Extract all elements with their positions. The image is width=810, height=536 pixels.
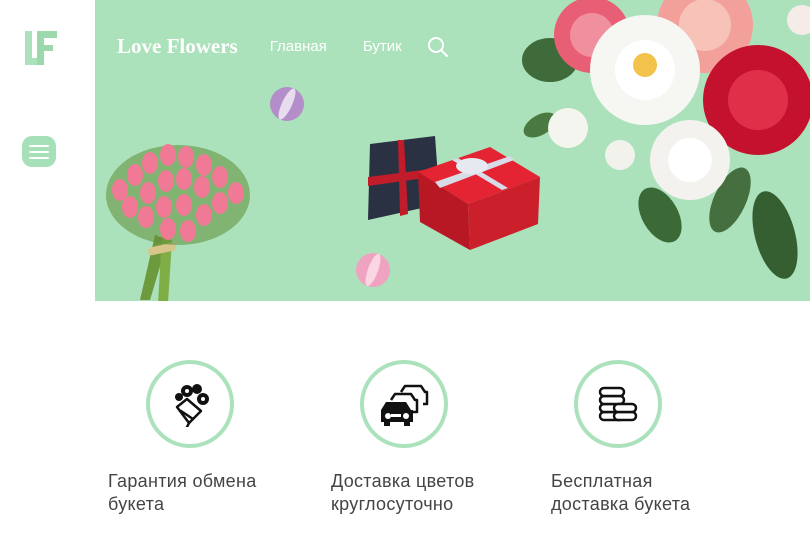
gift-boxes-illustration <box>368 136 540 250</box>
flowers-illustration <box>522 0 810 279</box>
search-icon[interactable] <box>427 36 449 58</box>
feature-caption-line-2: доставка букета <box>551 494 691 514</box>
feature-caption-line-1: Доставка цветов <box>331 471 475 491</box>
feature-caption-line-2: букета <box>108 494 165 514</box>
bouquet-icon <box>175 384 209 427</box>
tulip-bouquet-illustration <box>106 144 250 301</box>
hamburger-icon <box>29 144 49 147</box>
macaron-purple-illustration <box>270 87 304 121</box>
feature-icon-circle <box>146 360 234 448</box>
top-nav: Love Flowers Главная Бутик <box>117 34 449 59</box>
coins-icon <box>598 386 638 422</box>
menu-button[interactable] <box>22 136 56 167</box>
feature-icon-circle <box>574 360 662 448</box>
feature-icon-circle <box>360 360 448 448</box>
feature-caption-line-1: Гарантия обмена <box>108 471 257 491</box>
love-flowers-logo[interactable] <box>21 27 65 71</box>
feature-caption: Доставка цветов круглосуточно <box>331 470 475 516</box>
brand-link[interactable]: Love Flowers <box>117 34 238 59</box>
nav-link-boutique[interactable]: Бутик <box>363 38 402 55</box>
left-rail <box>0 0 95 536</box>
feature-caption-line-1: Бесплатная <box>551 471 653 491</box>
feature-caption-line-2: круглосуточно <box>331 494 454 514</box>
feature-caption: Бесплатная доставка букета <box>551 470 690 516</box>
cars-icon <box>381 384 429 426</box>
feature-caption: Гарантия обмена букета <box>108 470 257 516</box>
nav-link-home[interactable]: Главная <box>270 38 327 55</box>
hero-banner: Love Flowers Главная Бутик <box>95 0 810 301</box>
